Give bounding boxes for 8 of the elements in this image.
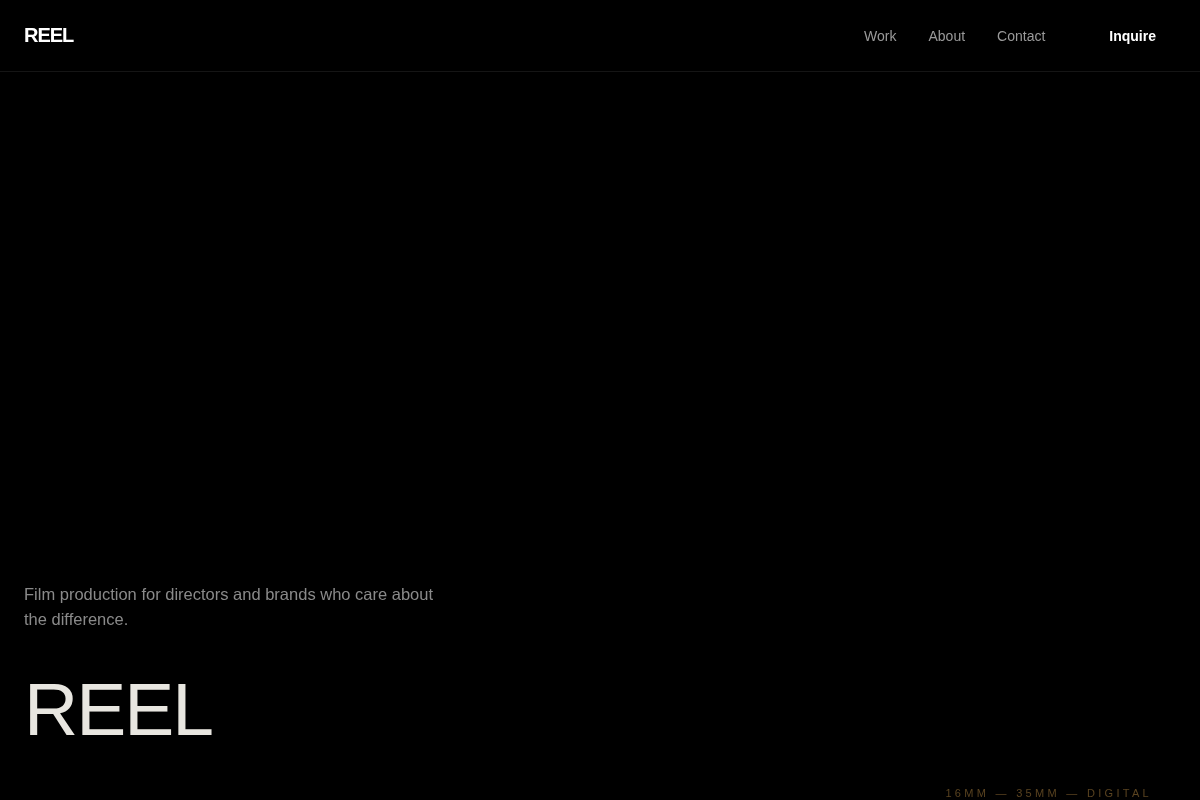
hero-title: REEL [24, 672, 213, 747]
nav-link[interactable]: Contact [997, 27, 1046, 44]
inquire-button[interactable]: Inquire [1089, 19, 1176, 52]
formats-caption: 16MM — 35MM — DIGITAL [945, 787, 1152, 800]
nav-link[interactable]: About [928, 27, 966, 44]
tagline: Film production for directors and brands who care about the difference. [24, 584, 435, 630]
logo[interactable]: REEL [24, 24, 74, 47]
nav-link[interactable]: Work [864, 27, 897, 44]
